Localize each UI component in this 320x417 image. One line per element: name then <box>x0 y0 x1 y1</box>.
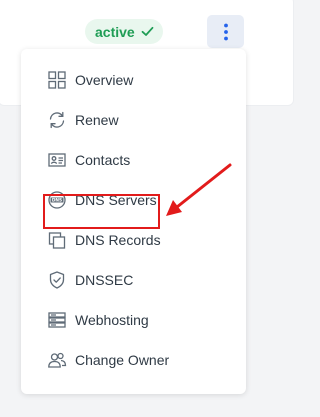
annotation-arrow-icon <box>166 163 232 216</box>
